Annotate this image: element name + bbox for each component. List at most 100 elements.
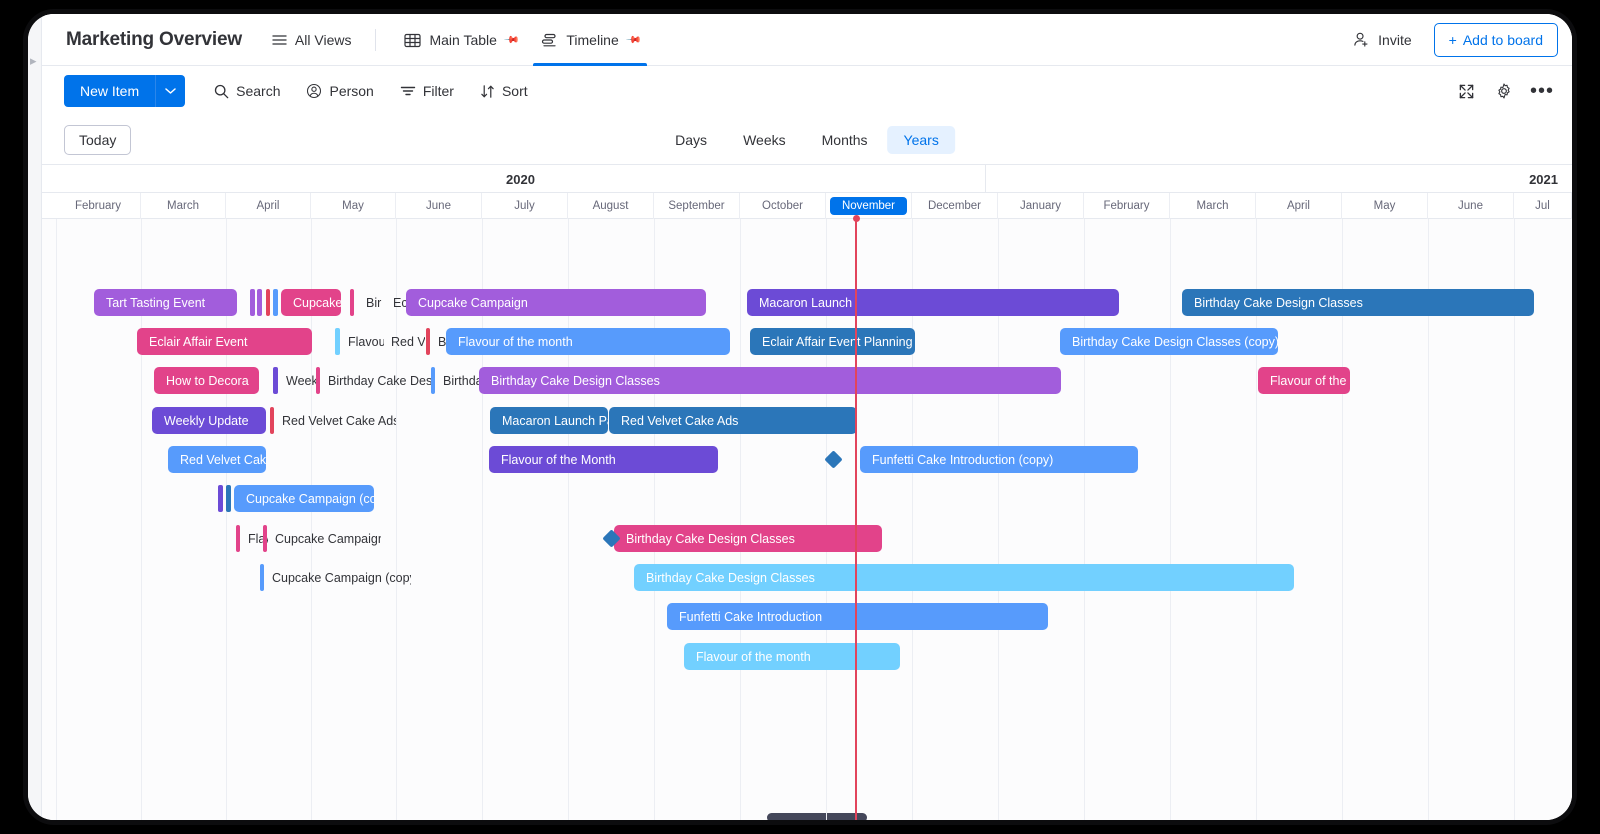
gear-icon[interactable]	[1488, 75, 1520, 107]
timeline-bar[interactable]: Tart Tasting Event	[94, 289, 237, 316]
collapsed-left-panel[interactable]: ▸	[28, 14, 42, 820]
today-button[interactable]: Today	[64, 125, 131, 155]
timeline-bar[interactable]: Cupcake Campaign	[269, 525, 381, 552]
timeline-month-cell[interactable]: February	[1084, 193, 1170, 219]
all-views-button[interactable]: All Views	[264, 27, 360, 53]
timeline-bar[interactable]: Birthday Cake Design Classes	[634, 564, 1294, 591]
timeline-bar[interactable]: How to Decora	[154, 367, 259, 394]
timeline-bar-narrow[interactable]	[236, 525, 240, 552]
timeline-bar[interactable]: Red Velvet Cak	[168, 446, 266, 473]
add-person-icon	[1353, 31, 1370, 48]
timeline-bar[interactable]: Birthday Cake Design Classes	[479, 367, 1061, 394]
search-button[interactable]: Search	[203, 76, 291, 106]
timeline-milestone-marker[interactable]	[824, 450, 842, 468]
timeline-bar[interactable]: Birthday Cake Design Classes	[1182, 289, 1534, 316]
timeline-bar-narrow[interactable]	[350, 289, 354, 316]
timeline-bar-narrow[interactable]	[316, 367, 320, 394]
timeline-bar[interactable]: Funfetti Cake Introduction (copy)	[860, 446, 1138, 473]
timeline-bar[interactable]: Eclair Affair Event	[137, 328, 312, 355]
timeline-bar[interactable]: Flavour of the month	[684, 643, 900, 670]
timeline-bar[interactable]: Weekly	[280, 367, 320, 394]
timeline-month-cell[interactable]: July	[482, 193, 568, 219]
more-options-icon[interactable]: •••	[1526, 75, 1558, 107]
timeline-bar[interactable]: Cupcake Campaign (copy)	[266, 564, 411, 591]
zoom-level-weeks[interactable]: Weeks	[727, 126, 802, 154]
timeline-bar[interactable]: Birthday Cake Design Classes (copy)	[1060, 328, 1278, 355]
timeline-month-cell[interactable]: March	[1170, 193, 1256, 219]
timeline-bar-narrow[interactable]	[431, 367, 435, 394]
expand-icon[interactable]	[1450, 75, 1482, 107]
timeline-canvas[interactable]: Tart Tasting EventCupcakeBirEclaCupcake …	[42, 219, 1572, 820]
timeline-bar[interactable]: Bir	[360, 289, 382, 316]
timeline-bar[interactable]: Cupcake Campaign (copy	[234, 485, 374, 512]
timeline-bar[interactable]: Birthday Cake Design Classes	[614, 525, 882, 552]
timeline-bar-narrow[interactable]	[273, 367, 278, 394]
person-filter-button[interactable]: Person	[295, 76, 384, 106]
expand-left-panel-icon[interactable]: ▸	[30, 54, 37, 67]
timeline-bar-label: Birthday Cake Design Classes	[491, 374, 660, 388]
timeline-bar-narrow[interactable]	[257, 289, 262, 316]
invite-button[interactable]: Invite	[1345, 25, 1419, 54]
timeline-bar-label: Birthday Cake Design Classes	[1194, 296, 1363, 310]
timeline-month-cell[interactable]: December	[912, 193, 998, 219]
timeline-bar-narrow[interactable]	[263, 525, 267, 552]
timeline-month-cell[interactable]: May	[1342, 193, 1428, 219]
timeline-bar[interactable]: Cupcake Campaign	[406, 289, 706, 316]
timeline-bar[interactable]: Funfetti Cake Introduction	[667, 603, 1048, 630]
timeline-month-cell[interactable]: April	[226, 193, 311, 219]
timeline-bar[interactable]: Red Ve	[385, 328, 425, 355]
new-item-button[interactable]: New Item	[64, 75, 155, 107]
timeline-bar-narrow[interactable]	[335, 328, 340, 355]
timeline-bar-narrow[interactable]	[273, 289, 278, 316]
filter-button[interactable]: Filter	[389, 76, 465, 106]
zoom-level-months[interactable]: Months	[806, 126, 884, 154]
zoom-level-tabs: Days Weeks Months Years	[659, 126, 955, 154]
timeline-month-cell[interactable]: June	[396, 193, 482, 219]
timeline-month-cell[interactable]: February	[56, 193, 141, 219]
month-label: March	[1197, 200, 1229, 212]
tab-main-table[interactable]: Main Table 📌	[392, 14, 529, 66]
timeline-bar[interactable]: Weekly Update	[152, 407, 266, 434]
timeline-bar-narrow[interactable]	[426, 328, 430, 355]
timeline-bar[interactable]: Macaron Launch	[747, 289, 1119, 316]
timeline-bar[interactable]: Flavour of the	[1258, 367, 1350, 394]
timeline-bar-narrow[interactable]	[266, 289, 270, 316]
pin-icon[interactable]: 📌	[625, 32, 642, 49]
month-label: June	[426, 200, 451, 212]
timeline-bar-narrow[interactable]	[270, 407, 274, 434]
pin-icon[interactable]: 📌	[503, 32, 520, 49]
timeline-month-cell[interactable]: March	[141, 193, 226, 219]
timeline-month-cell[interactable]: September	[654, 193, 740, 219]
timeline-bar[interactable]: Eclair Affair Event Planning	[750, 328, 915, 355]
timeline-month-cell[interactable]: November	[826, 193, 912, 219]
timeline-month-cell[interactable]: May	[311, 193, 396, 219]
timeline-bar[interactable]: Macaron Launch Pa	[490, 407, 608, 434]
scrollbar-thumb[interactable]	[767, 813, 867, 820]
timeline-bar[interactable]: Flavour	[342, 328, 384, 355]
hamburger-icon	[272, 34, 287, 46]
timeline-bar[interactable]: Flavour of the Month	[489, 446, 718, 473]
timeline-month-cell[interactable]: January	[998, 193, 1084, 219]
timeline-month-cell[interactable]: October	[740, 193, 826, 219]
timeline-year-2021: 2021	[986, 165, 1572, 193]
sort-button[interactable]: Sort	[469, 76, 539, 106]
timeline-month-cell[interactable]: Jul	[1514, 193, 1572, 219]
tab-timeline[interactable]: Timeline 📌	[529, 14, 651, 66]
timeline-month-cell[interactable]: August	[568, 193, 654, 219]
timeline-bar-narrow[interactable]	[226, 485, 231, 512]
timeline-bar[interactable]: Cupcake	[281, 289, 341, 316]
add-to-board-button[interactable]: + Add to board	[1434, 23, 1558, 57]
timeline-bar[interactable]: Red Velvet Cake Ads	[276, 407, 396, 434]
timeline-month-cell[interactable]: April	[1256, 193, 1342, 219]
zoom-level-years[interactable]: Years	[888, 126, 955, 154]
timeline-month-cell[interactable]: June	[1428, 193, 1514, 219]
new-item-dropdown-button[interactable]	[155, 75, 185, 107]
timeline-bar[interactable]: Flavour of the month	[446, 328, 730, 355]
zoom-level-days[interactable]: Days	[659, 126, 723, 154]
timeline-bar[interactable]: Birthday Cake Design	[322, 367, 432, 394]
timeline-bar-narrow[interactable]	[260, 564, 264, 591]
timeline-bar[interactable]: Red Velvet Cake Ads	[609, 407, 857, 434]
timeline-bar-narrow[interactable]	[218, 485, 223, 512]
month-label: July	[514, 200, 534, 212]
timeline-bar-narrow[interactable]	[250, 289, 255, 316]
